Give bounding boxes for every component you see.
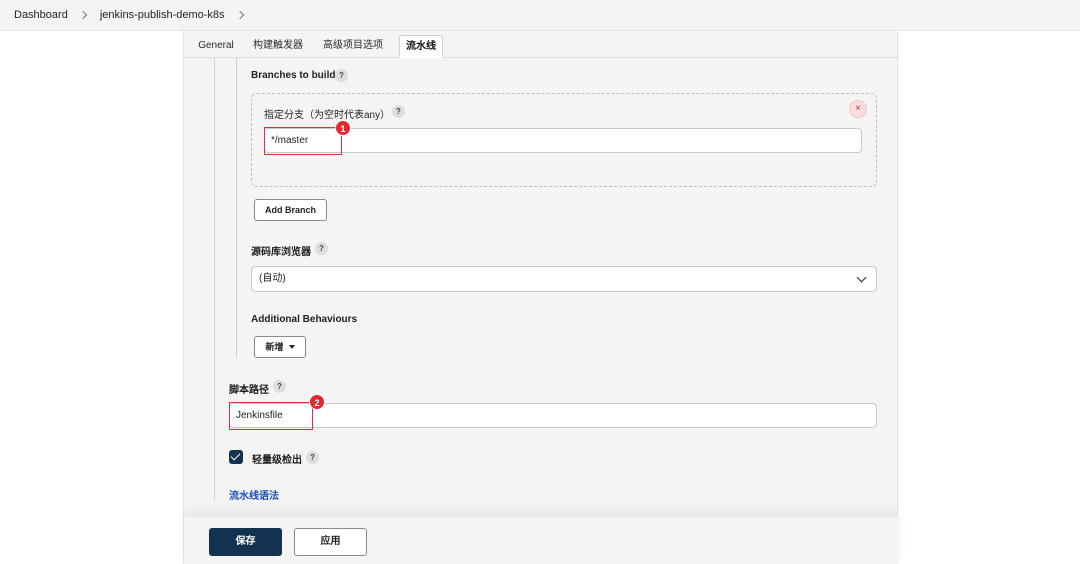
subsection-guide-line bbox=[236, 58, 237, 358]
config-panel: General 构建触发器 高级项目选项 流水线 Branches to bui… bbox=[183, 31, 899, 564]
lightweight-checkout-checkbox[interactable] bbox=[229, 450, 243, 464]
repo-browser-label: 源码库浏览器 bbox=[251, 247, 311, 258]
help-icon[interactable]: ? bbox=[306, 451, 319, 464]
additional-behaviours-label: Additional Behaviours bbox=[251, 314, 358, 325]
breadcrumb-dashboard[interactable]: Dashboard bbox=[14, 9, 68, 21]
annotation-badge-2: 2 bbox=[309, 394, 325, 410]
chevron-right-icon[interactable] bbox=[235, 10, 244, 20]
branch-specifier-label: 指定分支（为空时代表any） bbox=[264, 110, 391, 121]
script-path-label: 脚本路径 bbox=[229, 385, 269, 396]
branch-spec-box: 指定分支（为空时代表any） ? × */master 1 bbox=[251, 93, 877, 187]
repo-browser-select[interactable]: (自动) bbox=[251, 266, 877, 292]
chevron-down-icon bbox=[856, 272, 867, 283]
add-behaviour-button[interactable]: 新增 bbox=[254, 336, 306, 358]
close-icon[interactable]: × bbox=[849, 100, 867, 118]
script-path-input[interactable]: Jenkinsfile bbox=[229, 403, 877, 428]
breadcrumb: Dashboard jenkins-publish-demo-k8s bbox=[0, 0, 1080, 31]
help-icon[interactable]: ? bbox=[335, 69, 348, 82]
tab-pipeline[interactable]: 流水线 bbox=[399, 35, 443, 58]
help-icon[interactable]: ? bbox=[273, 380, 286, 393]
annotation-highlight-1 bbox=[264, 127, 342, 155]
annotation-highlight-2 bbox=[229, 402, 313, 430]
help-icon[interactable]: ? bbox=[315, 242, 328, 255]
config-tabs: General 构建触发器 高级项目选项 流水线 bbox=[184, 31, 899, 58]
tab-advanced-options[interactable]: 高级项目选项 bbox=[319, 35, 387, 58]
chevron-right-icon bbox=[78, 10, 88, 20]
lightweight-checkout-label: 轻量级检出 bbox=[252, 455, 302, 466]
add-branch-button[interactable]: Add Branch bbox=[254, 199, 327, 221]
section-guide-line bbox=[214, 58, 215, 500]
help-icon[interactable]: ? bbox=[392, 105, 405, 118]
save-button[interactable]: 保存 bbox=[209, 528, 282, 556]
form-footer: 保存 应用 bbox=[184, 517, 899, 564]
pipeline-syntax-link[interactable]: 流水线语法 bbox=[229, 487, 279, 502]
breadcrumb-job[interactable]: jenkins-publish-demo-k8s bbox=[100, 9, 225, 21]
branch-specifier-input[interactable]: */master bbox=[264, 128, 862, 153]
caret-down-icon bbox=[288, 345, 295, 349]
branches-to-build-label: Branches to build bbox=[251, 70, 336, 81]
annotation-badge-1: 1 bbox=[335, 120, 351, 136]
add-behaviour-label: 新增 bbox=[265, 342, 284, 352]
apply-button[interactable]: 应用 bbox=[294, 528, 367, 556]
tab-build-triggers[interactable]: 构建触发器 bbox=[250, 35, 306, 58]
tab-general[interactable]: General bbox=[194, 35, 238, 58]
repo-browser-value: (自动) bbox=[259, 273, 286, 284]
